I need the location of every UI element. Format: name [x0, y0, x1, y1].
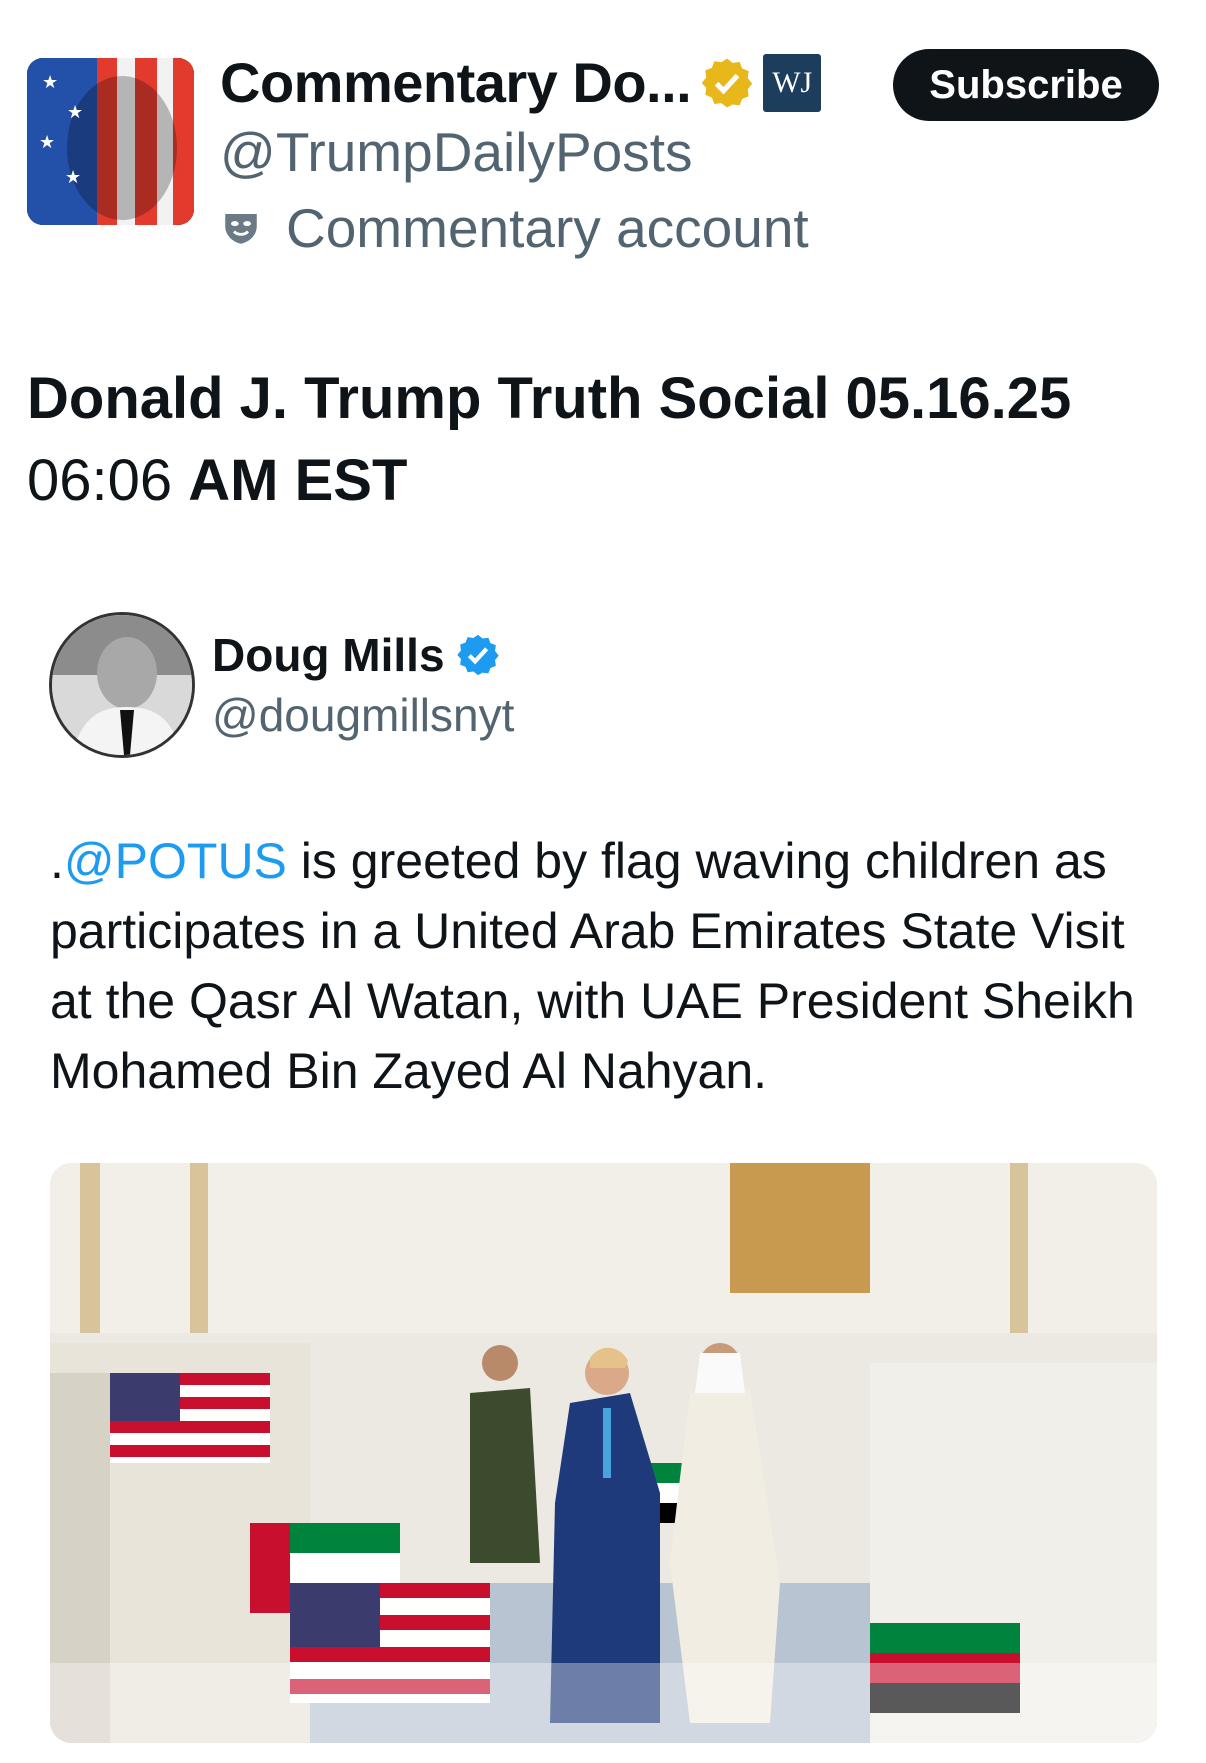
account-header: ★ ★ ★ ★ Commentary Do... WJ @TrumpDailyP… — [0, 0, 1206, 270]
account-type-label: Commentary account — [286, 197, 809, 259]
mention-link[interactable]: @POTUS — [64, 833, 287, 889]
svg-text:★: ★ — [39, 132, 55, 152]
post-time: 06:06 — [27, 448, 173, 513]
quoted-text: .@POTUS is greeted by flag waving childr… — [50, 826, 1170, 1106]
post-title-bold: Donald J. Trump Truth Social 05.16.25 — [27, 366, 1072, 431]
post-photo[interactable] — [50, 1163, 1157, 1743]
quoted-handle[interactable]: @dougmillsnyt — [212, 688, 514, 742]
account-handle[interactable]: @TrumpDailyPosts — [220, 120, 693, 184]
quoted-text-prefix: . — [50, 833, 64, 889]
display-name[interactable]: Commentary Do... — [220, 50, 692, 115]
commentary-mask-icon — [225, 214, 257, 244]
svg-text:★: ★ — [67, 102, 83, 122]
gold-verified-icon — [702, 58, 753, 107]
quoted-name-row: Doug Mills — [212, 628, 501, 682]
post-title: Donald J. Trump Truth Social 05.16.25 06… — [27, 358, 1187, 522]
subscribe-button[interactable]: Subscribe — [893, 49, 1159, 121]
svg-text:★: ★ — [42, 72, 58, 92]
blue-verified-icon — [456, 634, 499, 676]
account-type: Commentary account — [220, 196, 809, 260]
account-avatar[interactable]: ★ ★ ★ ★ — [27, 58, 194, 225]
quoted-name[interactable]: Doug Mills — [212, 628, 445, 682]
svg-text:★: ★ — [65, 167, 81, 187]
post-time-suffix: AM EST — [188, 448, 408, 513]
quoted-avatar[interactable] — [49, 612, 195, 758]
wj-badge-icon: WJ — [763, 53, 822, 112]
name-row: Commentary Do... WJ — [220, 50, 822, 115]
